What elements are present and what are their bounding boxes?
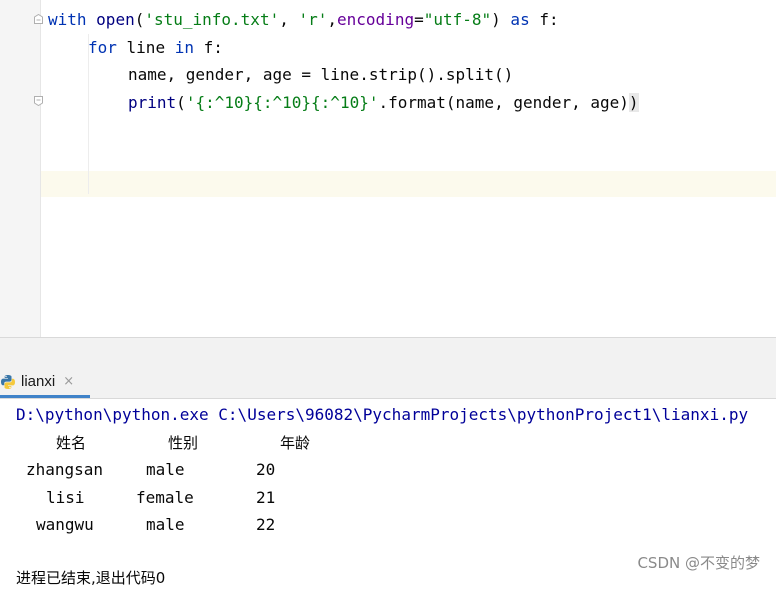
process-exit-message: 进程已结束,退出代码0 (16, 569, 166, 587)
punctuation: = (414, 10, 424, 29)
builtin-print: print (128, 93, 177, 112)
run-tab-lianxi[interactable]: lianxi × (0, 368, 90, 398)
code-line-2[interactable]: for line in f: (88, 35, 223, 61)
string-filename: 'stu_info.txt' (144, 10, 280, 29)
row-1-name: zhangsan (26, 460, 104, 479)
header-gender: 性别 (168, 434, 199, 452)
builtin-open: open (96, 10, 135, 29)
code-line-4[interactable]: print('{:^10}{:^10}{:^10}'.format(name, … (128, 90, 639, 116)
header-name: 姓名 (56, 434, 87, 452)
keyword-with: with (48, 10, 87, 29)
code-text: .format(name, gender, age) (378, 93, 629, 112)
paren: ) (491, 10, 501, 29)
code-text: f: (193, 38, 223, 57)
row-3-age: 22 (256, 515, 276, 534)
paren: ( (134, 10, 145, 29)
code-line-1[interactable]: with open('stu_info.txt', 'r',encoding="… (48, 7, 559, 33)
run-tab-bar: lianxi × (0, 368, 776, 399)
code-line-3[interactable]: name, gender, age = line.strip().split() (128, 62, 513, 88)
row-2-age: 21 (256, 488, 276, 507)
row-3-name: wangwu (36, 515, 94, 534)
string-mode: 'r' (298, 10, 328, 29)
current-line-highlight (41, 171, 776, 197)
string-format: '{:^10}{:^10}{:^10}' (185, 93, 379, 112)
paren: ( (176, 93, 186, 112)
fold-end-marker-icon[interactable] (34, 96, 43, 106)
console-command-line[interactable]: D:\python\python.exe C:\Users\96082\Pych… (16, 401, 748, 429)
keyword-as: as (500, 10, 540, 29)
var-f: f: (539, 10, 559, 29)
param-encoding: encoding (337, 10, 415, 29)
code-editor[interactable]: with open('stu_info.txt', 'r',encoding="… (0, 0, 776, 337)
paren: ) (628, 93, 639, 112)
punctuation: , (279, 10, 299, 29)
editor-gutter[interactable] (0, 0, 41, 337)
punctuation: , (327, 10, 338, 29)
code-text: name, gender, age = line.strip().split() (128, 65, 514, 84)
close-icon[interactable]: × (63, 374, 74, 389)
row-1-age: 20 (256, 460, 276, 479)
row-3-gender: male (146, 515, 185, 534)
csdn-watermark: CSDN @不变的梦 (637, 554, 760, 572)
string-encoding: "utf-8" (423, 10, 492, 29)
panel-splitter[interactable] (0, 337, 776, 369)
run-tab-label: lianxi (21, 373, 56, 390)
keyword-in: in (174, 38, 194, 57)
row-2-gender: female (136, 488, 194, 507)
fold-marker-icon[interactable] (34, 14, 43, 24)
row-1-gender: male (146, 460, 185, 479)
row-2-name: lisi (46, 488, 85, 507)
python-icon (0, 374, 16, 390)
keyword-for: for (88, 38, 117, 57)
header-age: 年龄 (280, 434, 311, 452)
code-text: line (116, 38, 175, 57)
